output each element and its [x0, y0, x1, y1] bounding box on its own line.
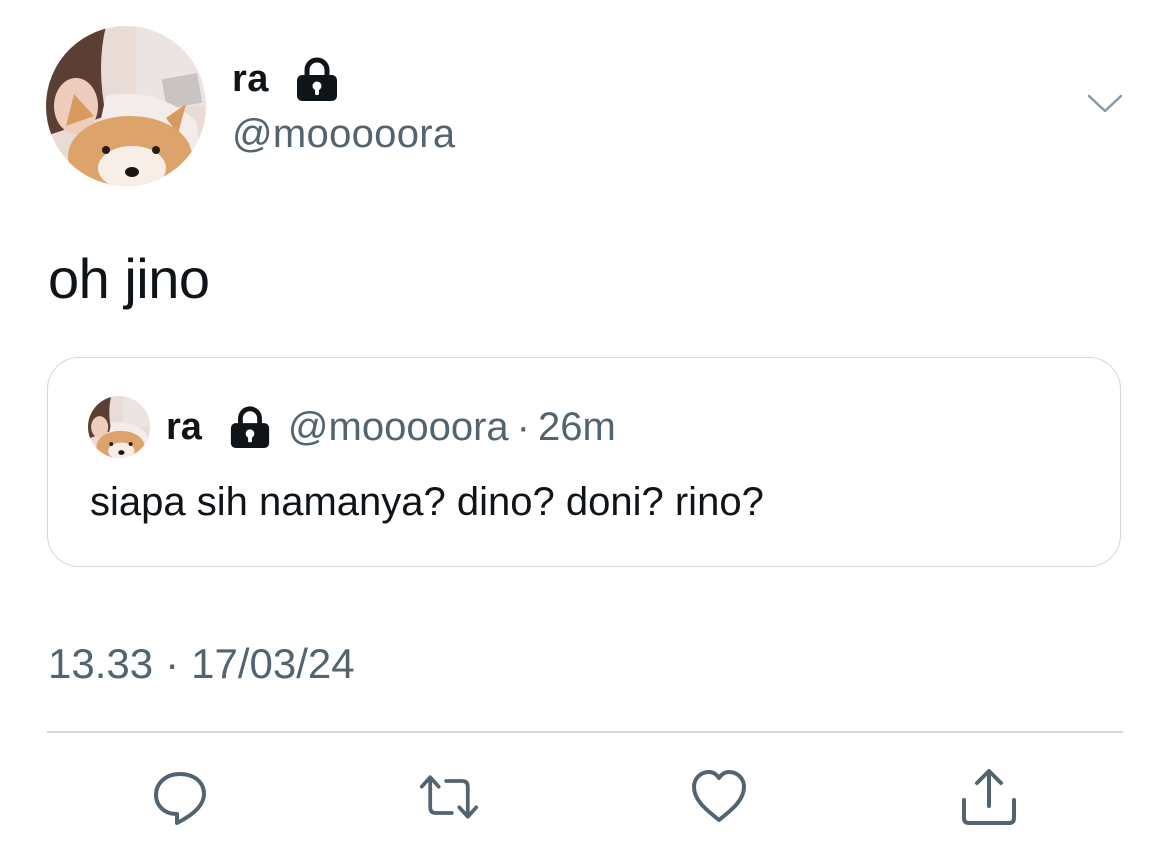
- quote-text: siapa sih namanya? dino? doni? rino?: [90, 480, 764, 524]
- quote-tweet-card[interactable]: ra @mooooora · 26m siapa sih namanya? di…: [47, 357, 1121, 567]
- quote-header: ra @mooooora · 26m: [88, 396, 616, 458]
- separator-dot: ·: [165, 640, 180, 687]
- tweet: ra @mooooora oh jino ra @mooooora · 26m …: [0, 0, 1170, 861]
- share-icon: [962, 769, 1016, 825]
- heart-icon: [692, 770, 746, 822]
- timestamp-time: 13.33: [48, 640, 154, 687]
- quote-author-avatar: [88, 396, 150, 458]
- quote-author-name: ra: [166, 405, 202, 448]
- timestamp-date: 17/03/24: [191, 640, 355, 687]
- avatar-image: [88, 396, 150, 458]
- tweet-timestamp[interactable]: 13.33 · 17/03/24: [48, 640, 355, 688]
- author-avatar[interactable]: [46, 26, 206, 186]
- author-name[interactable]: ra: [232, 58, 269, 101]
- author-handle[interactable]: @mooooora: [232, 112, 455, 157]
- share-button[interactable]: [958, 766, 1020, 828]
- retweet-button[interactable]: [418, 766, 480, 828]
- avatar-image: [46, 26, 206, 186]
- lock-icon: [228, 405, 272, 449]
- lock-icon: [295, 56, 339, 102]
- author-name-row: ra: [232, 54, 339, 104]
- chevron-down-icon[interactable]: [1086, 92, 1124, 116]
- like-button[interactable]: [688, 766, 750, 828]
- reply-icon: [154, 772, 206, 825]
- retweet-icon: [419, 775, 479, 819]
- divider: [47, 731, 1123, 733]
- quote-time: 26m: [537, 404, 616, 449]
- quote-author-handle: @mooooora: [287, 404, 509, 449]
- tweet-text: oh jino: [48, 247, 210, 310]
- reply-button[interactable]: [149, 766, 211, 828]
- separator-dot: ·: [516, 404, 530, 449]
